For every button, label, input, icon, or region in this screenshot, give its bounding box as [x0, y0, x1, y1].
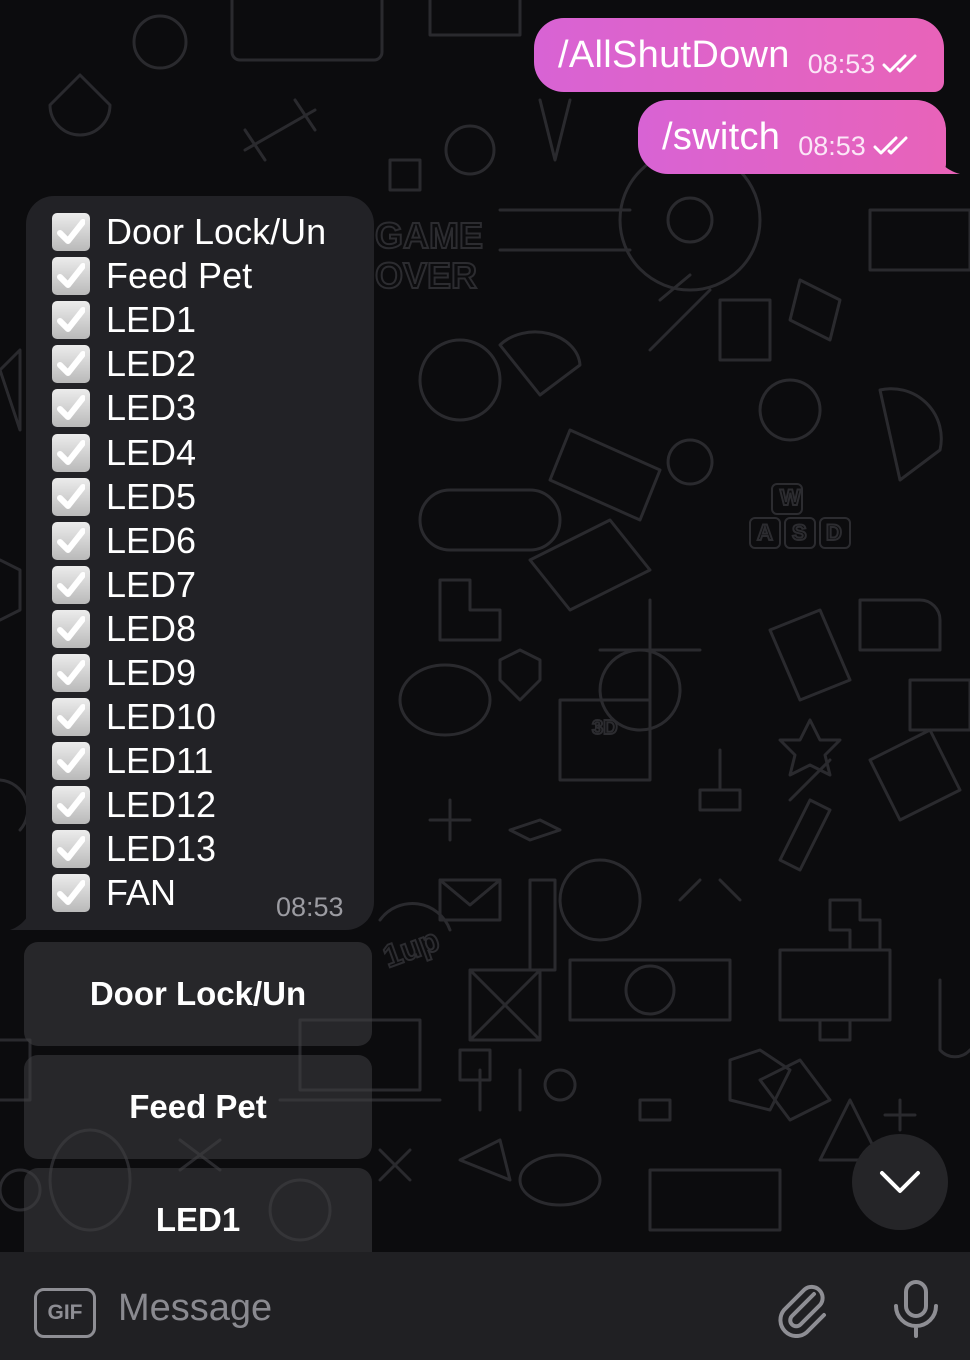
keyboard-button-door-lock[interactable]: Door Lock/Un — [24, 942, 372, 1046]
list-item-label: LED5 — [106, 475, 197, 517]
message-meta: 08:53 — [798, 131, 914, 162]
list-item-label: Door Lock/Un — [106, 211, 327, 253]
checkmark-icon — [52, 565, 90, 604]
wallpaper-key-d: D — [826, 520, 842, 545]
wallpaper-text-3d: 3D — [592, 717, 618, 739]
wallpaper-text-game: GAME — [375, 215, 483, 256]
checkmark-icon — [52, 698, 90, 737]
list-item-label: LED12 — [106, 784, 217, 826]
list-item: LED5 — [52, 475, 326, 519]
list-item: LED2 — [52, 342, 326, 386]
checkmark-icon — [52, 830, 90, 869]
list-item: LED1 — [52, 298, 326, 342]
checkmark-icon — [52, 521, 90, 560]
checkmark-icon — [52, 742, 90, 781]
message-text: /switch — [662, 115, 781, 158]
list-item: LED8 — [52, 607, 326, 651]
list-item: LED9 — [52, 651, 326, 695]
message-time: 08:53 — [798, 130, 866, 161]
checkmark-icon — [52, 389, 90, 428]
wallpaper-text-1up: 1up — [378, 921, 444, 974]
incoming-bubble-tail — [10, 902, 34, 930]
double-check-icon — [873, 136, 908, 155]
outgoing-message-switch[interactable]: /switch 08:53 — [638, 100, 946, 174]
list-item: LED7 — [52, 563, 326, 607]
list-item-label: LED9 — [106, 651, 197, 693]
double-check-icon — [882, 54, 917, 73]
list-item: LED13 — [52, 827, 326, 871]
wallpaper-key-w: W — [780, 485, 801, 510]
list-item-label: LED11 — [106, 740, 214, 782]
keyboard-button-feed-pet[interactable]: Feed Pet — [24, 1055, 372, 1159]
checkmark-icon — [52, 653, 90, 692]
gif-button[interactable]: GIF — [34, 1288, 96, 1338]
list-item-label: LED3 — [106, 387, 197, 429]
checkmark-icon — [52, 345, 90, 384]
microphone-icon[interactable] — [890, 1278, 942, 1340]
list-item-label: LED13 — [106, 828, 217, 870]
message-text: /AllShutDown — [558, 33, 790, 76]
list-item: LED10 — [52, 695, 326, 739]
message-time: 08:53 — [807, 48, 876, 79]
message-meta: 08:53 — [808, 49, 924, 80]
chevron-down-icon — [880, 1171, 920, 1193]
checkmark-icon — [52, 433, 90, 472]
paperclip-icon[interactable] — [774, 1280, 832, 1338]
checkmark-icon — [52, 874, 90, 913]
checkmark-icon — [52, 257, 90, 296]
checkmark-icon — [52, 786, 90, 825]
list-item-label: LED8 — [106, 607, 197, 649]
checkmark-icon — [52, 301, 90, 340]
list-item-label: LED1 — [106, 299, 197, 341]
checkmark-icon — [52, 609, 90, 648]
outgoing-message-allshutdown[interactable]: /AllShutDown 08:53 — [534, 18, 944, 92]
list-item: LED4 — [52, 430, 326, 474]
list-item: LED12 — [52, 783, 326, 827]
wallpaper-key-s: S — [792, 520, 807, 545]
switch-status-list: Door Lock/Un Feed Pet LED1 LED2 LED3 LED… — [52, 210, 326, 916]
scroll-to-bottom-button[interactable] — [852, 1134, 948, 1230]
checkmark-icon — [52, 477, 90, 516]
list-item: LED11 — [52, 739, 326, 783]
wallpaper-key-a: A — [757, 520, 773, 545]
list-item-label: LED10 — [106, 696, 217, 738]
wallpaper-text-over: OVER — [375, 255, 477, 296]
list-item: Door Lock/Un — [52, 210, 326, 254]
checkmark-icon — [52, 213, 90, 252]
list-item-label: Feed Pet — [106, 255, 253, 297]
incoming-message-time: 08:53 — [276, 892, 344, 922]
outgoing-bubble-tail — [934, 150, 960, 174]
list-item-label: LED6 — [106, 519, 197, 561]
list-item: LED3 — [52, 386, 326, 430]
message-input-bar: GIF — [0, 1252, 970, 1360]
list-item: Feed Pet — [52, 254, 326, 298]
message-input[interactable] — [118, 1282, 718, 1334]
list-item-label: LED4 — [106, 431, 197, 473]
list-item-label: LED2 — [106, 343, 197, 385]
list-item-label: FAN — [106, 872, 177, 914]
list-item: LED6 — [52, 519, 326, 563]
list-item-label: LED7 — [106, 563, 197, 605]
